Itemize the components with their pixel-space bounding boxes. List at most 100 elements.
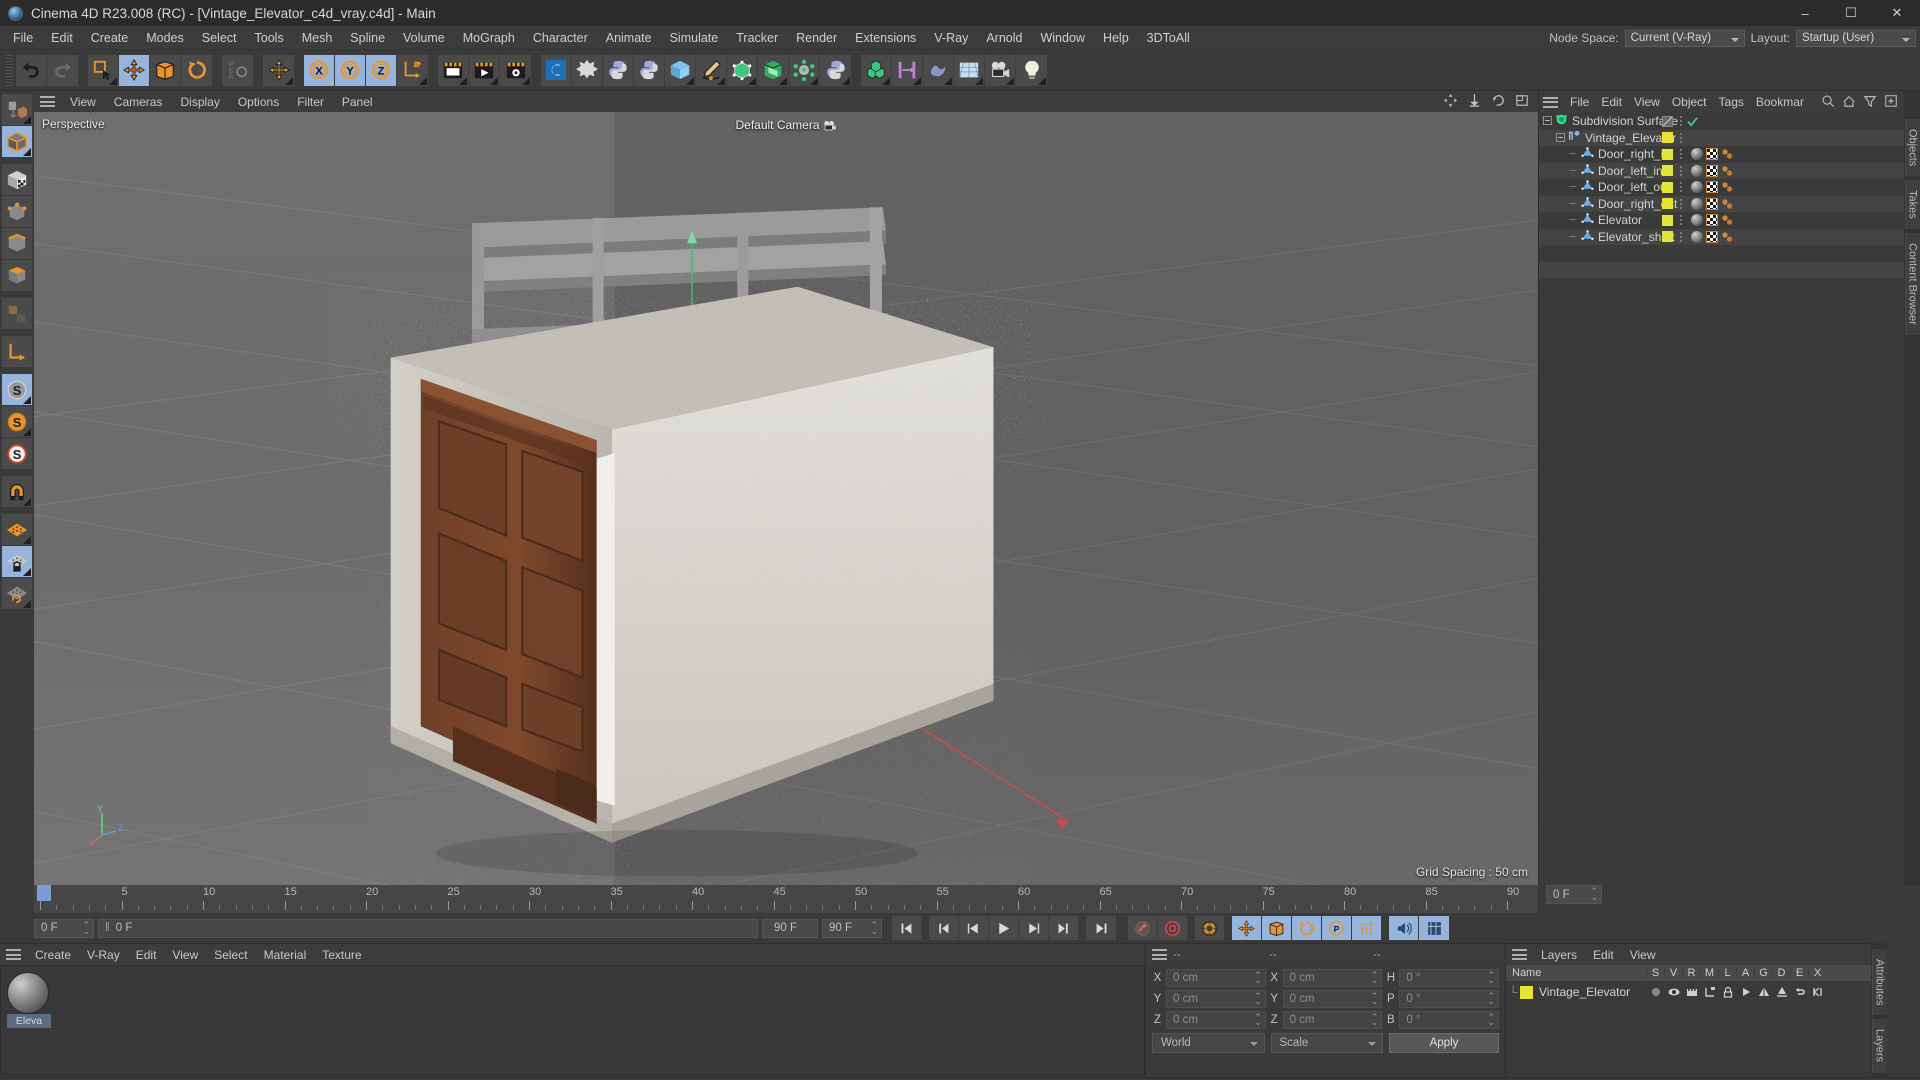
layer-color-tag[interactable] [1662,132,1673,144]
tool-make-editable[interactable] [2,94,32,125]
menu-help[interactable]: Help [1094,28,1138,48]
play-button[interactable] [989,916,1019,940]
rotate-tool[interactable] [181,54,212,86]
python-b-button[interactable] [634,54,665,86]
layer-row[interactable]: └ Vintage_Elevator [1506,982,1871,1002]
node-space-select[interactable]: Current (V-Ray) [1624,29,1745,47]
object-row[interactable]: Door_left_out [1539,179,1904,196]
light-button[interactable] [1016,54,1047,86]
object-row[interactable]: Subdivision Surface [1539,113,1904,130]
menu-volume[interactable]: Volume [394,28,454,48]
step-back-button[interactable] [959,916,989,940]
layer-flag-a[interactable] [1737,986,1755,998]
layer-flag-s[interactable] [1647,986,1665,998]
layers-menu-view[interactable]: View [1622,946,1664,964]
rot-h-field[interactable]: 0 ° [1399,969,1500,987]
material-list[interactable]: Eleva [0,965,1145,1075]
rotation-key-toggle[interactable] [1292,916,1322,940]
uv-tag-icon[interactable] [1706,214,1718,227]
noise-button[interactable] [572,54,603,86]
selection-tag-icon[interactable] [1721,231,1733,243]
rotate-view-icon[interactable] [1491,93,1506,108]
python-c-button[interactable] [820,54,851,86]
deformer-button[interactable] [789,54,820,86]
menu-tracker[interactable]: Tracker [727,28,787,48]
enabled-check-icon[interactable] [1687,116,1698,127]
end-frame-display[interactable]: 90 F [762,918,818,938]
timeline-ruler[interactable]: 051015202530354045505560657075808590 [34,885,1538,913]
timeline-playhead[interactable] [37,885,51,901]
object-row[interactable]: Door_left_in [1539,162,1904,179]
expand-collapse-icon[interactable] [1569,230,1578,244]
material-tag-icon[interactable] [1691,148,1703,161]
layer-flag-v[interactable] [1665,986,1683,998]
move-view-icon[interactable] [1443,93,1458,108]
layout-select[interactable]: Startup (User) [1796,29,1916,47]
pos-y-field[interactable]: 0 cm [1166,990,1266,1008]
layer-flag-x[interactable] [1809,986,1827,998]
camera-button[interactable] [985,54,1016,86]
lock-y-axis[interactable]: Y [335,54,366,86]
scale-tool[interactable] [150,54,181,86]
layer-flag-g[interactable] [1755,986,1773,998]
apply-button[interactable]: Apply [1389,1033,1499,1053]
tool-model-mode[interactable] [2,126,32,157]
viewport-menu-view[interactable]: View [61,93,105,111]
select-tool[interactable] [88,54,119,86]
layers-rows[interactable]: └ Vintage_Elevator [1506,982,1871,1002]
step-forward-button[interactable] [1019,916,1049,940]
material-item[interactable]: Eleva [7,972,55,1028]
home-icon[interactable] [1842,94,1856,108]
spline-pen-button[interactable] [696,54,727,86]
selection-tag-icon[interactable] [1721,181,1733,193]
selection-tag-icon[interactable] [1721,214,1733,226]
pos-x-field[interactable]: 0 cm [1166,969,1266,987]
lock-z-axis[interactable]: Z [366,54,397,86]
plus-icon[interactable] [1884,94,1898,108]
menu-animate[interactable]: Animate [597,28,661,48]
expand-collapse-icon[interactable] [1569,197,1578,211]
uv-tag-icon[interactable] [1706,164,1718,177]
position-key-toggle[interactable] [1232,916,1262,940]
world-axis[interactable] [397,54,428,86]
material-menu-texture[interactable]: Texture [314,946,369,964]
object-row[interactable]: Door_right_in [1539,146,1904,163]
material-tag-icon[interactable] [1691,230,1703,243]
viewport-menu-cameras[interactable]: Cameras [105,93,172,111]
tool-snap-settings[interactable]: S [2,406,32,437]
material-tag-icon[interactable] [1691,197,1703,210]
uv-tag-icon[interactable] [1706,148,1718,161]
expand-collapse-icon[interactable] [1569,213,1578,227]
move-duplicate-tool[interactable] [263,54,294,86]
field-button[interactable] [923,54,954,86]
search-icon[interactable] [1821,94,1835,108]
material-menu-edit[interactable]: Edit [128,946,165,964]
autokey-button[interactable] [1128,916,1158,940]
coordinate-hamburger-icon[interactable] [1152,949,1167,960]
right-tab-content-browser[interactable]: Content Browser [1904,233,1920,335]
rot-p-field[interactable]: 0 ° [1399,990,1500,1008]
tool-point-mode[interactable] [2,196,32,227]
menu-select[interactable]: Select [193,28,246,48]
layers-menu-edit[interactable]: Edit [1585,946,1622,964]
rot-b-field[interactable]: 0 ° [1399,1011,1500,1029]
timeline-frame-field[interactable]: 0 F [1546,885,1602,904]
expand-collapse-icon[interactable] [1569,147,1578,161]
uv-tag-icon[interactable] [1706,230,1718,243]
material-menu-view[interactable]: View [164,946,206,964]
mograph-cloner-button[interactable] [861,54,892,86]
menu-mesh[interactable]: Mesh [293,28,342,48]
menu-create[interactable]: Create [82,28,138,48]
object-menu-edit[interactable]: Edit [1595,93,1628,111]
sound-toggle[interactable] [1389,916,1419,940]
viewport-menu-options[interactable]: Options [229,93,288,111]
layer-color-tag[interactable] [1662,181,1673,193]
point-level-key-toggle[interactable] [1352,916,1382,940]
menu-mograph[interactable]: MoGraph [454,28,524,48]
viewport-hamburger-icon[interactable] [40,96,55,107]
object-menu-tags[interactable]: Tags [1713,93,1750,111]
layer-color-tag[interactable] [1662,148,1673,160]
toolbar-gripper[interactable] [6,54,13,86]
tool-lock-workplane[interactable] [2,546,32,577]
go-to-start-button[interactable] [892,916,922,940]
